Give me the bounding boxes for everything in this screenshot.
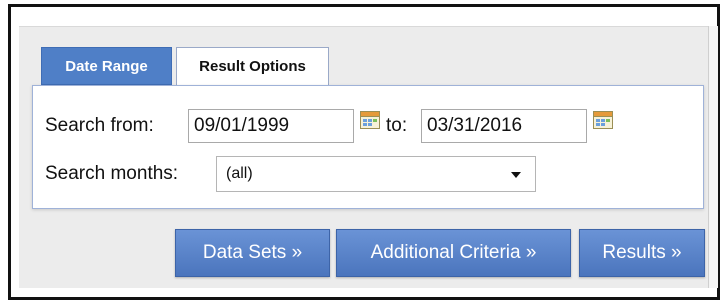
data-sets-button[interactable]: Data Sets » [175,229,330,277]
search-months-label: Search months: [45,163,179,184]
search-months-value: (all) [226,165,253,182]
calendar-to-icon[interactable] [593,111,613,129]
search-to-input[interactable] [421,109,587,143]
tab-result-options[interactable]: Result Options [176,47,329,85]
results-button[interactable]: Results » [579,229,705,277]
calendar-from-icon[interactable] [360,111,380,129]
tab-date-range[interactable]: Date Range [41,47,172,85]
search-from-label: Search from: [45,115,154,136]
to-label: to: [386,115,408,136]
panel-edge [708,26,718,288]
search-months-select[interactable]: (all) [216,156,536,192]
chevron-down-icon [511,172,521,178]
search-from-input[interactable] [188,109,354,143]
additional-criteria-button[interactable]: Additional Criteria » [336,229,571,277]
